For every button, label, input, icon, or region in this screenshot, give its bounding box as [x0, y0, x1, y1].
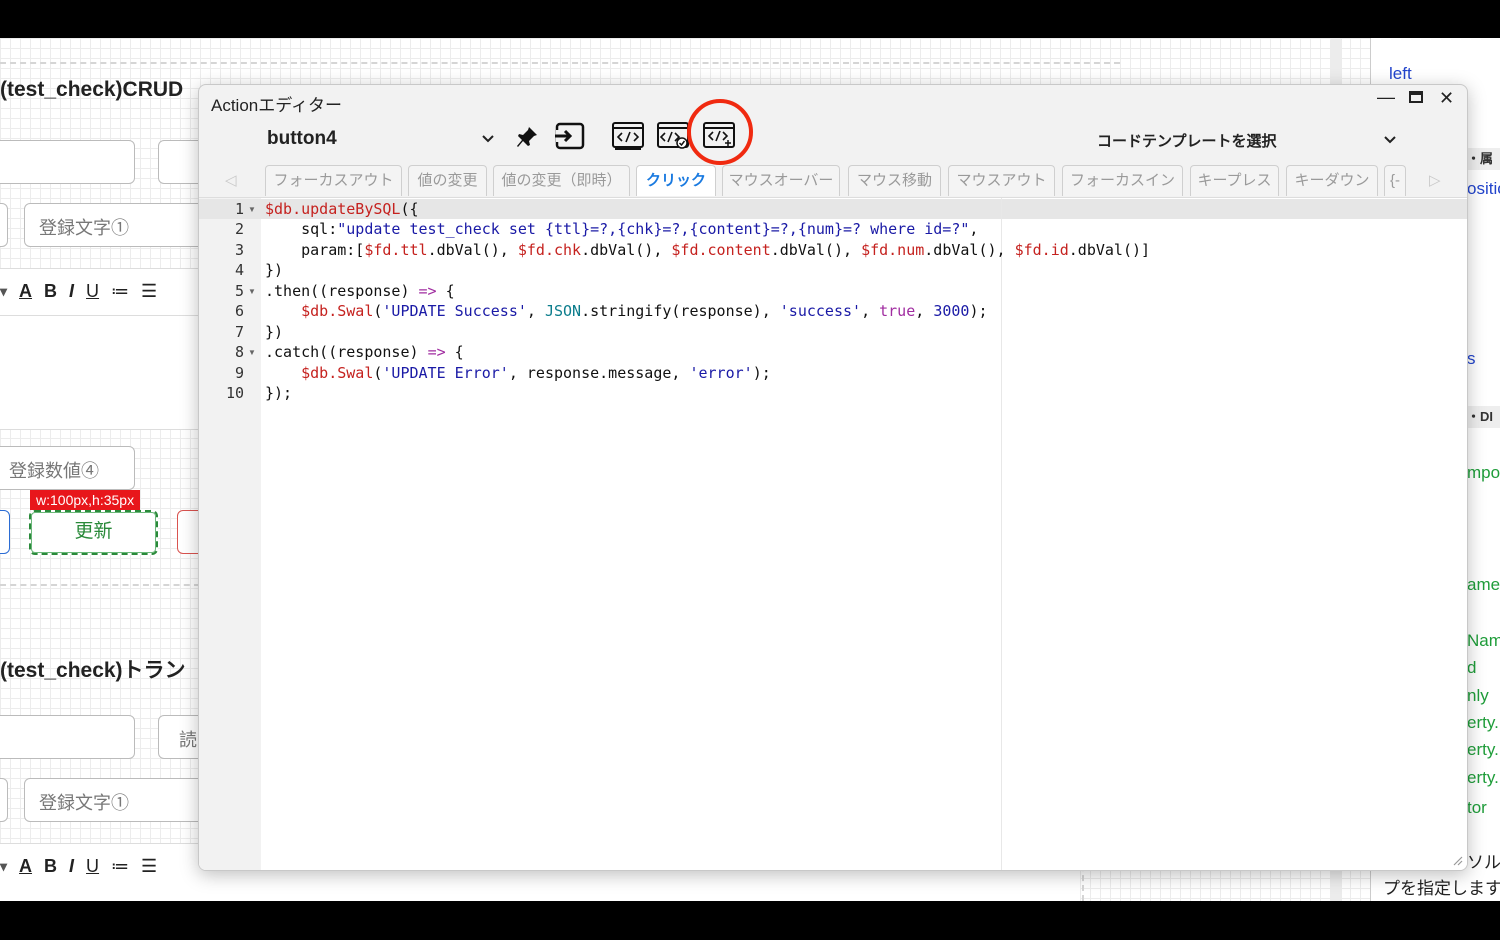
input-box[interactable]: [0, 140, 135, 184]
line-number: 5: [234, 282, 244, 300]
code-line: }): [265, 323, 284, 341]
underline-icon[interactable]: U: [86, 856, 99, 877]
fold-arrow-icon[interactable]: ▼: [248, 348, 256, 357]
code-line: $db.Swal('UPDATE Success', JSON.stringif…: [301, 302, 988, 320]
target-element-value: button4: [267, 128, 337, 149]
rich-text-toolbar: ▾ A B I U ≔ ☰: [0, 277, 157, 305]
input-box[interactable]: [0, 778, 8, 822]
chevron-down-icon: [482, 135, 494, 143]
section-divider: [0, 584, 200, 586]
underline-icon[interactable]: U: [86, 281, 99, 302]
italic-icon[interactable]: I: [69, 856, 74, 877]
print-margin: [1001, 198, 1002, 870]
prop-desc: プを指定します: [1383, 879, 1500, 898]
fold-arrow-icon[interactable]: ▼: [248, 287, 256, 296]
section-divider: [0, 62, 1120, 64]
action-editor-window: Actionエディター — ✕ button4 コードテンプレートを選択 ◁ フ…: [198, 84, 1468, 871]
section-title-tran: (test_check)トラン: [0, 659, 186, 682]
code-line: .catch((response) => {: [265, 343, 464, 361]
tab-click[interactable]: クリック: [636, 165, 716, 196]
tab-focus-out[interactable]: フォーカスアウト: [265, 165, 402, 196]
input-box[interactable]: [0, 203, 8, 247]
size-tag: w:100px,h:35px: [30, 490, 141, 510]
code-line: $db.Swal('UPDATE Error', response.messag…: [301, 364, 771, 382]
line-number: 8: [234, 343, 244, 361]
target-element-select[interactable]: button4: [267, 125, 495, 153]
italic-icon[interactable]: I: [69, 281, 74, 302]
bold-icon[interactable]: B: [44, 856, 57, 877]
bullet-list-icon[interactable]: ☰: [141, 856, 157, 877]
rich-text-toolbar-2: ▾ A B I U ≔ ☰: [0, 852, 157, 880]
code-line: $db.updateBySQL({: [265, 200, 419, 218]
font-color-icon[interactable]: A: [19, 856, 32, 877]
ordered-list-icon[interactable]: ≔: [111, 281, 129, 302]
toolbar-divider: [0, 315, 200, 316]
button-partial-left[interactable]: [0, 510, 10, 554]
tab-key-press[interactable]: キープレス: [1190, 165, 1279, 196]
code-template-value: コードテンプレートを選択: [1097, 132, 1277, 150]
tab-more[interactable]: {-: [1384, 165, 1406, 196]
tab-value-change[interactable]: 値の変更: [408, 165, 487, 196]
code-window-icon[interactable]: [611, 121, 645, 151]
code-line: sql:"update test_check set {ttl}=?,{chk}…: [265, 220, 979, 238]
line-number: 3: [234, 241, 244, 259]
line-number: 9: [234, 364, 244, 382]
maximize-icon[interactable]: [1409, 91, 1423, 103]
designer-screen: (test_check)CRUD 登録文字① ▾ A B I U ≔ ☰ 登録数…: [0, 38, 1500, 901]
fold-arrow-icon[interactable]: ▼: [248, 205, 256, 214]
number-field-4[interactable]: 登録数値④: [0, 446, 135, 490]
line-number: 1: [234, 200, 244, 218]
input-box[interactable]: [0, 715, 135, 759]
text-field-1b[interactable]: 登録文字①: [24, 778, 214, 822]
minimize-icon[interactable]: —: [1377, 87, 1395, 108]
highlight-circle: [687, 99, 753, 165]
chevron-down-icon: [1384, 136, 1396, 144]
code-line: .then((response) => {: [265, 282, 455, 300]
dropdown-icon[interactable]: ▾: [0, 858, 7, 875]
rich-text-panel: ▾ A B I U ≔ ☰: [0, 268, 200, 430]
code-line: param:[$fd.ttl.dbVal(), $fd.chk.dbVal(),…: [265, 241, 1151, 259]
tab-mouse-out[interactable]: マウスアウト: [948, 165, 1055, 196]
tab-scroll-right-icon[interactable]: ▷: [1429, 171, 1441, 189]
section-title-crud: (test_check)CRUD: [0, 78, 184, 101]
bold-icon[interactable]: B: [44, 281, 57, 302]
line-number: 7: [234, 323, 244, 341]
tab-focus-in[interactable]: フォーカスイン: [1062, 165, 1183, 196]
pin-icon[interactable]: [513, 121, 547, 151]
tab-mouse-move[interactable]: マウス移動: [848, 165, 941, 196]
code-template-select[interactable]: コードテンプレートを選択: [1097, 127, 1397, 153]
line-number: 4: [234, 261, 244, 279]
ordered-list-icon[interactable]: ≔: [111, 856, 129, 877]
line-number: 10: [225, 384, 244, 402]
resize-grip-icon[interactable]: [1451, 854, 1463, 866]
tab-scroll-left-icon[interactable]: ◁: [225, 171, 237, 189]
text-field-1[interactable]: 登録文字①: [24, 203, 214, 247]
line-number: 6: [234, 302, 244, 320]
editor-title: Actionエディター: [211, 96, 343, 115]
bullet-list-icon[interactable]: ☰: [141, 281, 157, 302]
code-line: }): [265, 261, 284, 279]
close-icon[interactable]: ✕: [1439, 88, 1454, 109]
dropdown-icon[interactable]: ▾: [0, 283, 7, 300]
code-editor[interactable]: 1 2 3 4 5 6 7 8 9 10 ▼ ▼ ▼ $db.updateByS…: [199, 197, 1467, 870]
line-number: 2: [234, 220, 244, 238]
tab-value-change-immediate[interactable]: 値の変更（即時）: [493, 165, 630, 196]
tab-key-down[interactable]: キーダウン: [1286, 165, 1378, 196]
update-button[interactable]: 更新: [29, 510, 158, 555]
event-tabs: ◁ フォーカスアウト 値の変更 値の変更（即時） クリック マウスオーバー マウ…: [199, 163, 1467, 197]
code-line: });: [265, 384, 293, 402]
export-icon[interactable]: [553, 121, 587, 151]
prop-left[interactable]: left: [1371, 64, 1500, 84]
font-color-icon[interactable]: A: [19, 281, 32, 302]
tab-mouse-over[interactable]: マウスオーバー: [722, 165, 840, 196]
code-check-icon[interactable]: [656, 121, 690, 151]
